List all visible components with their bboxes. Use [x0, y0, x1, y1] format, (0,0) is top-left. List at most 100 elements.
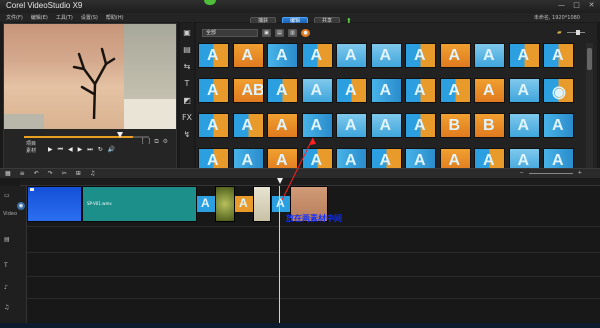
- transition-thumbnail[interactable]: A: [508, 78, 540, 113]
- transition-thumbnail[interactable]: A: [439, 78, 471, 113]
- path-icon[interactable]: ↯: [180, 130, 194, 142]
- media-icon[interactable]: ▣: [180, 28, 194, 40]
- options-icon[interactable]: ●: [301, 29, 310, 37]
- home-icon[interactable]: ⏮: [58, 146, 63, 154]
- playhead-line[interactable]: [279, 186, 280, 324]
- library-scrollbar[interactable]: [586, 43, 593, 171]
- settings-icon[interactable]: ⚙: [163, 138, 168, 146]
- transition-thumbnail[interactable]: A: [405, 78, 436, 113]
- photo-clip[interactable]: [253, 186, 271, 222]
- repeat-icon[interactable]: ↻: [98, 146, 103, 154]
- split-icon[interactable]: ⧉: [154, 138, 158, 146]
- transition-thumbnail[interactable]: A: [336, 113, 367, 148]
- transition-thumbnail[interactable]: A: [543, 113, 574, 148]
- zoom-out-icon[interactable]: −: [520, 170, 524, 176]
- transition-thumbnail[interactable]: A: [474, 78, 505, 113]
- transition-thumbnail[interactable]: A: [508, 113, 540, 148]
- storyboard-view-icon[interactable]: ▦: [5, 170, 11, 177]
- folder-icon[interactable]: ▰: [557, 29, 562, 36]
- mode-project[interactable]: 项目: [26, 141, 36, 148]
- filter-icon[interactable]: FX: [180, 113, 194, 125]
- graphics-icon[interactable]: ◩: [180, 96, 194, 108]
- redo-icon[interactable]: ↷: [48, 170, 53, 177]
- category-dropdown[interactable]: 全部: [202, 29, 258, 37]
- thumbnail-image: A: [232, 113, 264, 138]
- title-track-icon: T: [4, 262, 8, 269]
- menu-tools[interactable]: 工具(T): [56, 14, 73, 21]
- transition-thumbnail[interactable]: B: [439, 113, 471, 148]
- timeline-view-icon[interactable]: ≡: [20, 170, 25, 177]
- play-icon[interactable]: ▶: [48, 146, 53, 154]
- transition-thumbnail[interactable]: A: [198, 113, 229, 148]
- track-manager-icon[interactable]: ⊞: [76, 170, 81, 177]
- mode-clip[interactable]: 素材: [26, 148, 36, 155]
- transition-thumbnail[interactable]: A: [508, 43, 540, 78]
- transition-thumbnail[interactable]: A: [336, 43, 367, 78]
- transition-thumbnail[interactable]: A: [474, 43, 505, 78]
- menu-file[interactable]: 文件(F): [6, 14, 23, 21]
- mark-in-icon[interactable]: [: [142, 138, 144, 146]
- transition-thumbnail[interactable]: B: [474, 113, 505, 148]
- title-icon[interactable]: T: [180, 79, 194, 91]
- instant-project-icon[interactable]: ▤: [180, 45, 194, 57]
- preview-progress-bar[interactable]: [24, 136, 149, 138]
- track-visibility-icon[interactable]: ◉: [17, 202, 25, 210]
- video-clip-blue[interactable]: [27, 186, 82, 222]
- transition-icon[interactable]: ⇆: [180, 62, 194, 74]
- transition-thumbnail[interactable]: A: [267, 78, 298, 113]
- end-icon[interactable]: ⏭: [87, 146, 92, 154]
- slider-knob[interactable]: [576, 30, 580, 35]
- transition-clip[interactable]: A: [272, 196, 290, 212]
- zoom-in-icon[interactable]: +: [578, 170, 582, 176]
- thumbnail-image: A: [474, 43, 505, 68]
- transition-thumbnail[interactable]: A: [232, 43, 264, 78]
- transition-clip[interactable]: A: [197, 196, 215, 212]
- transition-clip[interactable]: A: [235, 196, 253, 212]
- transition-thumbnail[interactable]: ◉: [543, 78, 574, 113]
- scrollbar-thumb[interactable]: [587, 48, 592, 70]
- thumbnail-glyph: A: [379, 47, 392, 64]
- previous-icon[interactable]: ◀: [68, 146, 73, 154]
- transition-thumbnail[interactable]: A: [439, 43, 471, 78]
- undo-icon[interactable]: ↶: [34, 170, 39, 177]
- transition-thumbnail[interactable]: A: [301, 78, 333, 113]
- photo-clip[interactable]: [215, 186, 235, 222]
- menu-settings[interactable]: 设置(S): [81, 14, 98, 21]
- transition-thumbnail[interactable]: A: [198, 78, 229, 113]
- thumbnail-glyph: A: [552, 47, 564, 64]
- zoom-slider[interactable]: [528, 172, 573, 174]
- transition-thumbnail[interactable]: A: [232, 113, 264, 148]
- transition-thumbnail[interactable]: A: [198, 43, 229, 78]
- volume-icon[interactable]: 🔊: [108, 146, 115, 154]
- transition-thumbnail[interactable]: A: [370, 78, 402, 113]
- menu-help[interactable]: 帮助(H): [106, 14, 124, 21]
- add-to-favorites-icon[interactable]: ▣: [262, 29, 271, 37]
- transition-thumbnail[interactable]: A: [370, 113, 402, 148]
- next-icon[interactable]: ▶: [78, 146, 83, 154]
- view-thumbnail-icon[interactable]: ▤: [275, 29, 284, 37]
- close-button[interactable]: ✕: [587, 1, 596, 10]
- transition-thumbnail[interactable]: A: [267, 43, 298, 78]
- transition-thumbnail[interactable]: A: [267, 113, 298, 148]
- transition-thumbnail[interactable]: A: [301, 113, 333, 148]
- transition-thumbnail[interactable]: A: [543, 43, 574, 78]
- transition-thumbnail[interactable]: A: [301, 43, 333, 78]
- transition-thumbnail[interactable]: AB: [232, 78, 264, 113]
- maximize-button[interactable]: □: [572, 1, 581, 10]
- thumbnail-image: A: [543, 43, 574, 68]
- transition-thumbnail[interactable]: A: [405, 113, 436, 148]
- menu-edit[interactable]: 编辑(E): [31, 14, 48, 21]
- thumbnail-glyph: A: [379, 82, 392, 99]
- mark-out-icon[interactable]: ]: [148, 138, 150, 146]
- video-clip[interactable]: SP-V01.wmv: [82, 186, 197, 222]
- thumbnail-glyph: A: [345, 117, 357, 134]
- transition-thumbnail[interactable]: A: [370, 43, 402, 78]
- minimize-button[interactable]: —: [557, 1, 566, 10]
- timeline-ruler[interactable]: [20, 179, 600, 186]
- transition-thumbnail[interactable]: A: [405, 43, 436, 78]
- view-list-icon[interactable]: ▥: [288, 29, 297, 37]
- audio-mixer-icon[interactable]: ♫: [90, 170, 95, 177]
- transition-thumbnail[interactable]: A: [336, 78, 367, 113]
- preview-panel: 项目 素材 ▶ ⏮ ◀ ▶ ⏭ ↻ 🔊 [ ] ⧉ ⚙: [3, 23, 177, 171]
- split-clip-icon[interactable]: ✂: [62, 170, 67, 177]
